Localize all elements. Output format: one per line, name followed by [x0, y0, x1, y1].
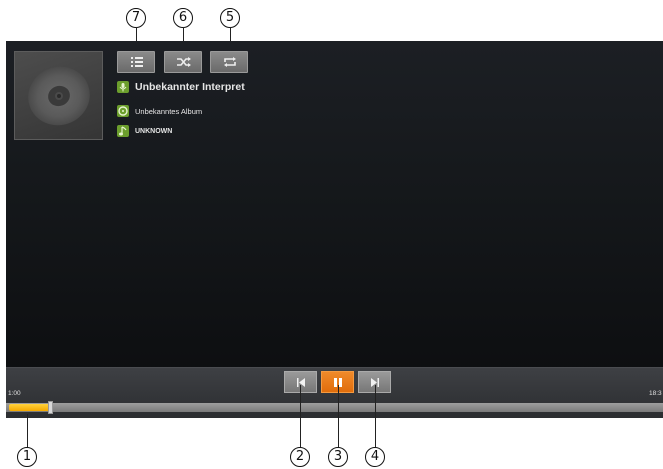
- screenshot-page: 7 6 5 Unbekannter Interpret Unbekanntes …: [0, 0, 663, 469]
- callout-4: 4: [365, 447, 385, 467]
- progress-fill: [9, 404, 50, 411]
- album-row: Unbekanntes Album: [117, 105, 202, 117]
- leader-4: [375, 385, 376, 447]
- genre-row: UNKNOWN: [117, 125, 172, 137]
- music-player-screen: Unbekannter Interpret Unbekanntes Album …: [6, 41, 663, 418]
- callout-1: 1: [17, 447, 37, 467]
- microphone-icon: [117, 81, 129, 93]
- elapsed-time: 1:00: [8, 390, 21, 397]
- repeat-button[interactable]: [210, 51, 248, 73]
- artist-name: Unbekannter Interpret: [135, 81, 245, 93]
- leader-1: [27, 414, 28, 448]
- progress-handle[interactable]: [48, 401, 53, 414]
- callout-6: 6: [173, 8, 193, 28]
- playback-bar: 1:00 18:3: [6, 367, 663, 418]
- callout-7: 7: [126, 8, 146, 28]
- album-icon: [117, 105, 129, 117]
- callout-5: 5: [220, 8, 240, 28]
- list-icon: [131, 57, 143, 67]
- progress-bar[interactable]: [6, 401, 663, 414]
- playlist-button[interactable]: [117, 51, 155, 73]
- genre-name: UNKNOWN: [135, 127, 173, 135]
- cd-icon: [28, 66, 90, 126]
- album-art: [14, 51, 103, 140]
- shuffle-button[interactable]: [164, 51, 202, 73]
- callout-2: 2: [290, 447, 310, 467]
- leader-3: [338, 385, 339, 447]
- album-name: Unbekanntes Album: [135, 106, 203, 116]
- callout-3: 3: [328, 447, 348, 467]
- shuffle-icon: [177, 57, 191, 67]
- artist-row: Unbekannter Interpret: [117, 81, 245, 93]
- music-note-icon: [117, 125, 129, 137]
- repeat-icon: [224, 57, 236, 67]
- previous-icon: [297, 378, 305, 387]
- leader-2: [300, 385, 301, 447]
- total-time: 18:3: [649, 390, 662, 397]
